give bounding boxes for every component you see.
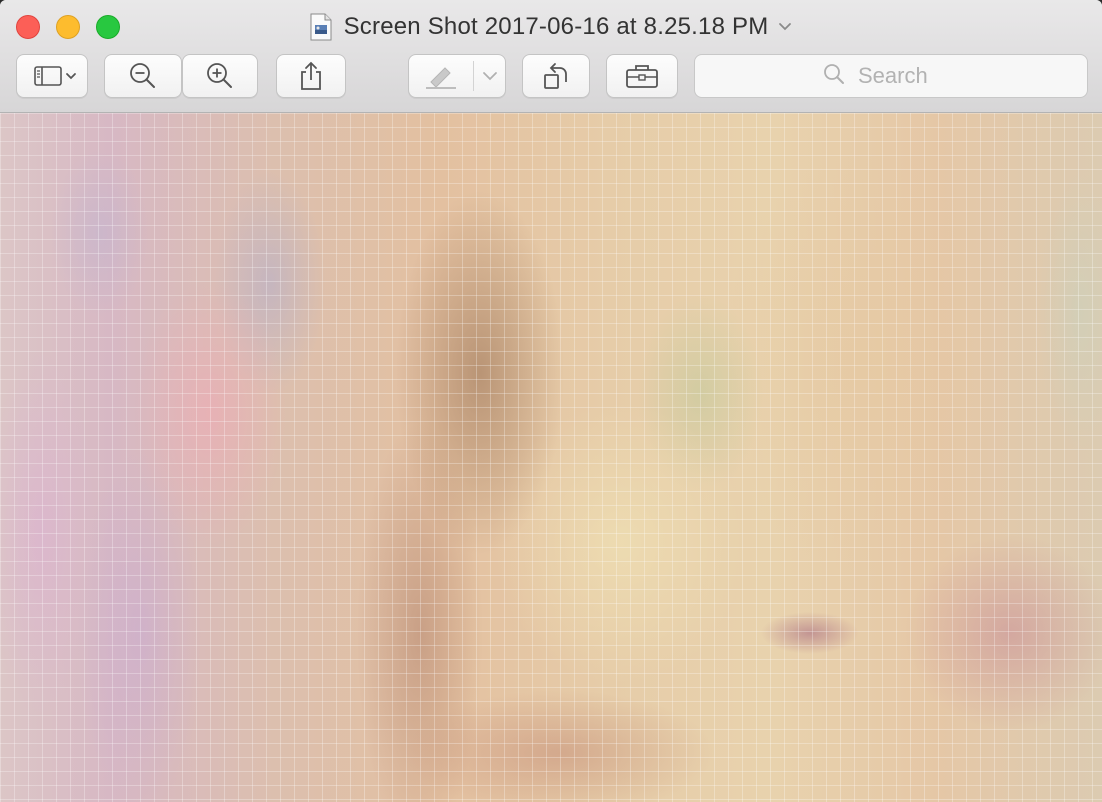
pen-icon [423, 64, 459, 90]
toolbox-icon [624, 63, 660, 89]
zoom-in-icon [205, 61, 235, 91]
image-canvas[interactable] [0, 113, 1102, 802]
share-icon [298, 61, 324, 91]
zoom-out-icon [128, 61, 158, 91]
search-icon [822, 62, 846, 91]
chevron-down-icon[interactable] [778, 19, 792, 37]
markup-button[interactable] [408, 54, 506, 98]
preview-window: Screen Shot 2017-06-16 at 8.25.18 PM [0, 0, 1102, 802]
window-title: Screen Shot 2017-06-16 at 8.25.18 PM [343, 13, 769, 40]
rotate-left-icon [540, 60, 572, 92]
zoom-out-button[interactable] [104, 54, 182, 98]
window-title-area[interactable]: Screen Shot 2017-06-16 at 8.25.18 PM [0, 10, 1102, 44]
markup-split-divider [473, 61, 474, 91]
pixel-grid-overlay [0, 113, 1102, 802]
chevron-down-icon[interactable] [481, 69, 499, 83]
document-icon [310, 13, 332, 41]
zoom-in-button[interactable] [182, 54, 258, 98]
search-field[interactable] [694, 54, 1088, 98]
toolbox-button[interactable] [606, 54, 678, 98]
share-button[interactable] [276, 54, 346, 98]
sidebar-toggle-button[interactable] [16, 54, 88, 98]
sidebar-toggle-icon [25, 64, 79, 88]
search-input[interactable] [856, 62, 960, 90]
title-bar: Screen Shot 2017-06-16 at 8.25.18 PM [0, 0, 1102, 113]
rotate-button[interactable] [522, 54, 590, 98]
